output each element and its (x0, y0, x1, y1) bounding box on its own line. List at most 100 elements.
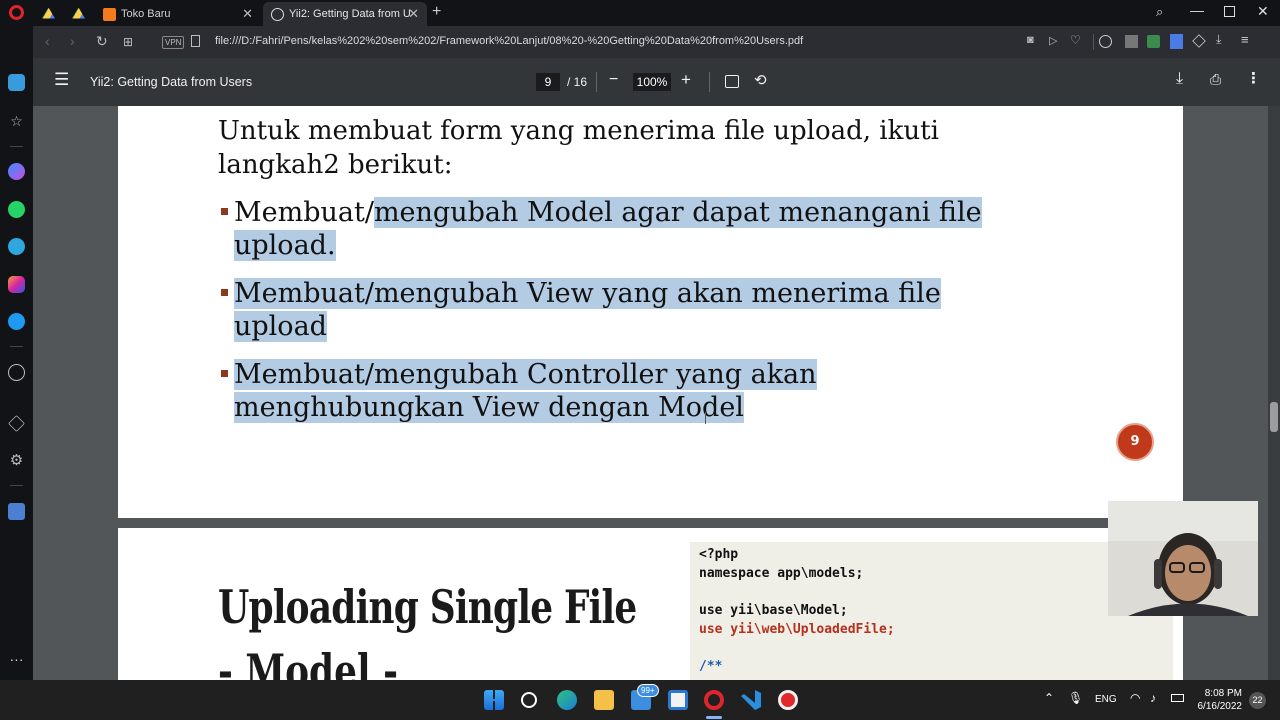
bullet-3-line2: menghubungkan View dengan Model (234, 392, 744, 423)
extension-icon[interactable] (8, 503, 25, 520)
xampp-icon (103, 7, 116, 21)
code-line: use yii\web\UploadedFile; (699, 622, 895, 637)
page-total: / 16 (567, 75, 588, 89)
bullet-3-line1: Membuat/mengubah Controller yang akan (234, 359, 817, 390)
language-indicator[interactable]: ENG (1095, 694, 1117, 705)
download-icon[interactable]: ⤓ (1216, 32, 1221, 47)
code-line: namespace app\models; (699, 566, 864, 581)
slide-page-number-badge: 9 (1116, 423, 1154, 461)
text-cursor-icon (705, 412, 706, 424)
telegram-icon[interactable] (8, 238, 25, 255)
send-icon[interactable]: ▷ (1049, 34, 1057, 47)
download-pdf-icon[interactable]: ⤓ (1176, 70, 1183, 88)
extension-green-icon[interactable] (1147, 35, 1160, 48)
opera-taskbar-icon[interactable] (704, 690, 724, 710)
code-line: use yii\base\Model; (699, 603, 848, 618)
minimize-window-button[interactable]: — (1190, 2, 1204, 18)
tab-drive-2[interactable] (64, 2, 94, 26)
slide-subtitle: - Model - (218, 644, 398, 680)
vpn-badge[interactable]: VPN (162, 36, 185, 49)
show-hidden-icons[interactable]: ⌃ (1044, 691, 1054, 705)
menu-icon[interactable]: ☰ (54, 70, 69, 90)
store-icon[interactable] (668, 690, 688, 710)
opera-sidebar: ☆ ⚙ ··· (0, 26, 33, 680)
bullet-1-line1: Membuat/mengubah Model agar dapat menang… (234, 197, 982, 228)
tab-drive-1[interactable] (34, 2, 64, 26)
google-drive-icon (42, 7, 55, 19)
wifi-icon[interactable]: ◠ (1130, 691, 1140, 705)
instagram-icon[interactable] (8, 276, 25, 293)
zoom-out-button[interactable]: − (609, 71, 618, 89)
volume-icon[interactable]: ♪ (1150, 691, 1156, 705)
camera-icon[interactable]: ◙ (1027, 34, 1034, 46)
page-number-input[interactable]: 9 (536, 73, 560, 91)
forward-icon[interactable]: › (70, 33, 75, 49)
code-line: <?php (699, 547, 739, 562)
extension-box-icon[interactable] (1192, 34, 1206, 48)
close-window-button[interactable]: ✕ (1257, 3, 1269, 20)
sidebar-divider (10, 485, 23, 486)
tab-title: Yii2: Getting Data from Use (289, 8, 411, 20)
sidebar-divider (10, 346, 23, 347)
search-icon[interactable] (521, 692, 537, 708)
microphone-icon[interactable]: 🎙 (1068, 691, 1083, 705)
zoom-input[interactable]: 100% (633, 73, 671, 91)
easy-setup-icon[interactable]: ≡ (1241, 32, 1249, 47)
rotate-icon[interactable]: ⟲ (754, 71, 767, 89)
zoom-in-button[interactable]: + (681, 70, 691, 90)
search-tabs-icon[interactable]: ⌕ (1156, 4, 1163, 20)
windows-start-icon[interactable] (484, 690, 504, 710)
heart-icon[interactable]: ♡ (1070, 33, 1081, 47)
url-field[interactable]: file:///D:/Fahri/Pens/kelas%202%20sem%20… (215, 35, 803, 47)
bullet-1-line2: upload. (234, 230, 336, 261)
tab-title: Toko Baru (121, 8, 171, 20)
file-explorer-icon[interactable] (594, 690, 614, 710)
close-tab-icon[interactable]: ✕ (242, 6, 253, 22)
print-icon[interactable]: ⎙ (1210, 71, 1221, 88)
edge-icon[interactable] (557, 690, 577, 710)
back-icon[interactable]: ‹ (45, 33, 50, 49)
tab-toko-baru[interactable]: Toko Baru ✕ (95, 2, 261, 26)
viewer-scrollbar[interactable] (1268, 106, 1280, 680)
extension-react-icon[interactable] (1099, 35, 1112, 48)
more-options-icon[interactable]: ⋮ (1246, 69, 1261, 87)
home-icon[interactable] (8, 74, 25, 91)
player-icon[interactable] (8, 364, 25, 381)
bullet-1-plain: Membuat/ (234, 197, 374, 228)
globe-icon (271, 7, 284, 21)
clock-date: 6/16/2022 (1197, 701, 1243, 712)
settings-icon[interactable]: ⚙ (8, 452, 25, 469)
fit-page-icon[interactable] (725, 75, 739, 88)
reload-icon[interactable]: ↻ (96, 33, 108, 50)
extension-gray-icon[interactable] (1125, 35, 1138, 48)
cube-icon[interactable] (8, 415, 25, 432)
scrollbar-thumb[interactable] (1270, 402, 1278, 432)
browser-tab-strip: Toko Baru ✕ Yii2: Getting Data from Use … (0, 0, 1280, 26)
code-block: <?php namespace app\models; use yii\base… (690, 542, 1173, 680)
tabs-grid-icon[interactable]: ⊞ (123, 35, 133, 49)
vscode-icon[interactable] (741, 690, 761, 710)
screen-recorder-icon[interactable] (778, 690, 798, 710)
mail-badge: 99+ (637, 684, 659, 697)
battery-icon[interactable] (1171, 694, 1184, 702)
twitter-icon[interactable] (8, 313, 25, 330)
address-bar: ‹ › ↻ ⊞ VPN file:///D:/Fahri/Pens/kelas%… (33, 26, 1280, 58)
bullet-2-highlight: Membuat/mengubah View yang akan menerima… (234, 278, 941, 309)
maximize-window-button[interactable] (1224, 6, 1235, 17)
close-tab-icon[interactable]: ✕ (408, 6, 419, 22)
bullet-2-line2: upload (234, 311, 327, 342)
notification-count-badge[interactable]: 22 (1249, 692, 1266, 709)
system-clock[interactable]: 8:08 PM 6/16/2022 (1192, 687, 1243, 713)
star-icon[interactable]: ☆ (8, 113, 25, 130)
whatsapp-icon[interactable] (8, 201, 25, 218)
extension-blue-icon[interactable] (1170, 34, 1183, 49)
tab-yii2-pdf[interactable]: Yii2: Getting Data from Use ✕ (263, 2, 427, 26)
active-app-indicator (706, 716, 722, 719)
bullet-2-highlight-2: upload (234, 311, 327, 342)
messenger-icon[interactable] (8, 163, 25, 180)
more-icon[interactable]: ··· (8, 652, 25, 671)
new-tab-button[interactable]: + (432, 3, 441, 21)
pdf-viewer[interactable]: Untuk membuat form yang menerima file up… (33, 106, 1280, 680)
clock-time: 8:08 PM (1204, 688, 1242, 699)
opera-logo-icon[interactable] (9, 5, 24, 20)
